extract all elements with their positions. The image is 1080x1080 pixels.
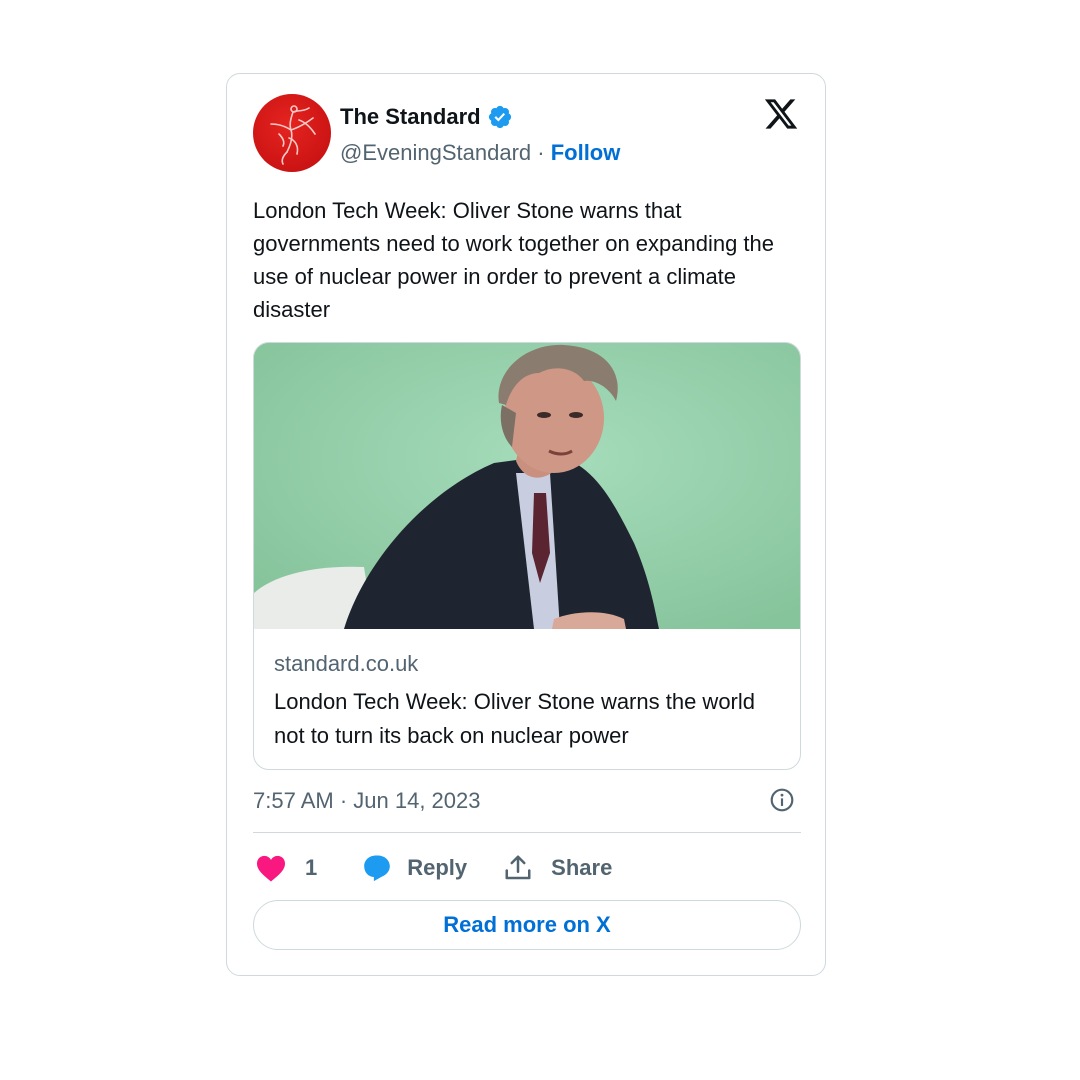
follow-button[interactable]: Follow (551, 140, 621, 165)
tweet-actions: 1 Reply Share (253, 850, 612, 886)
share-label: Share (551, 855, 613, 880)
x-logo-icon[interactable] (763, 96, 799, 132)
author-name-text[interactable]: The Standard (340, 104, 481, 130)
link-domain: standard.co.uk (274, 651, 419, 676)
link-preview-card[interactable]: standard.co.uk London Tech Week: Oliver … (253, 342, 801, 770)
tweet-timestamp[interactable]: 7:57 AM · Jun 14, 2023 (253, 788, 481, 814)
handle-row: @EveningStandard · Follow (340, 140, 620, 166)
link-title: London Tech Week: Oliver Stone warns the… (274, 689, 756, 748)
share-upload-icon (505, 855, 531, 880)
info-icon[interactable] (769, 787, 795, 813)
divider (253, 832, 801, 833)
speech-bubble-icon (364, 855, 391, 882)
verified-badge-icon (488, 105, 511, 129)
author-handle[interactable]: @EveningStandard (340, 140, 531, 165)
reply-button[interactable]: Reply (361, 853, 467, 883)
eros-statue-icon (270, 105, 316, 165)
like-button[interactable]: 1 (255, 854, 317, 882)
like-count: 1 (305, 855, 318, 880)
embedded-tweet-card: The Standard @EveningStandard · Follow L… (226, 73, 826, 976)
avatar[interactable] (253, 94, 331, 172)
tweet-text: London Tech Week: Oliver Stone warns tha… (253, 198, 775, 322)
share-button[interactable]: Share (503, 853, 612, 883)
author-name[interactable]: The Standard (340, 104, 513, 130)
reply-label: Reply (407, 855, 468, 880)
read-more-button[interactable]: Read more on X (253, 900, 801, 950)
separator-dot: · (537, 140, 545, 165)
heart-icon (257, 855, 285, 882)
portrait-photo (254, 343, 800, 629)
link-preview-image (254, 343, 800, 629)
